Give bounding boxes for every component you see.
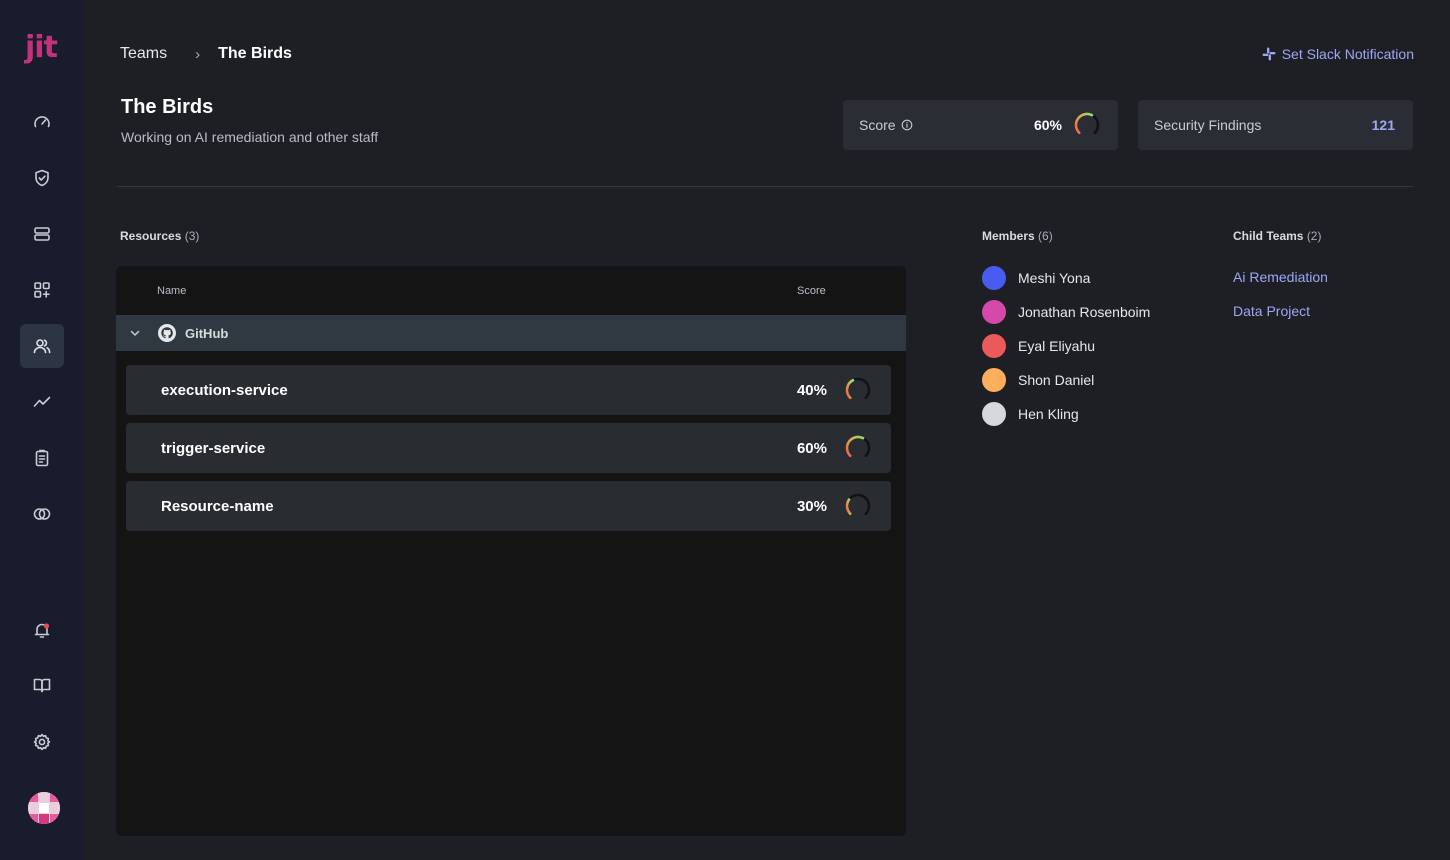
child-teams-count: (2) (1306, 229, 1322, 243)
settings-gear-icon (33, 733, 51, 751)
resources-table: Name Score GitHub execution-service 40% … (116, 266, 906, 836)
resources-heading: Resources (3) (120, 229, 199, 243)
resource-score-gauge (845, 377, 871, 400)
member-item[interactable]: Jonathan Rosenboim (982, 300, 1150, 324)
child-team-link[interactable]: Ai Remediation (1233, 269, 1328, 285)
plans-rings-icon (33, 508, 51, 520)
resources-title: Resources (120, 229, 182, 243)
gauge-fill (845, 378, 855, 400)
score-card: Score 60% (843, 100, 1118, 150)
team-description: Working on AI remediation and other staf… (121, 129, 379, 145)
member-avatar (982, 334, 1006, 358)
breadcrumb: Teams › The Birds (120, 45, 292, 63)
member-name: Jonathan Rosenboim (1018, 304, 1151, 320)
score-label: Score (859, 117, 896, 133)
slack-link-label: Set Slack Notification (1281, 46, 1414, 62)
gauge-fill (845, 498, 852, 516)
sidebar-item-reports[interactable] (20, 436, 64, 480)
resource-score: 40% (796, 381, 827, 399)
sidebar-item-security[interactable] (20, 156, 64, 200)
team-title: The Birds (121, 96, 214, 118)
sidebar-item-teams[interactable] (20, 324, 64, 368)
resources-count: (3) (184, 229, 200, 243)
user-avatar[interactable] (28, 792, 60, 824)
resource-name[interactable]: Resource-name (161, 498, 274, 515)
resource-name[interactable]: execution-service (161, 382, 288, 399)
child-teams-heading: Child Teams (2) (1233, 229, 1321, 243)
member-avatar (982, 266, 1006, 290)
sidebar-item-settings[interactable] (20, 720, 64, 764)
table-row[interactable]: execution-service 40% (126, 365, 891, 415)
teams-users-icon (33, 339, 51, 354)
gauge-fill (1074, 112, 1094, 135)
member-item[interactable]: Hen Kling (982, 402, 1079, 426)
member-item[interactable]: Shon Daniel (982, 368, 1094, 392)
sidebar-item-notifications[interactable] (20, 608, 64, 652)
chevron-down-icon[interactable] (129, 327, 141, 339)
breadcrumb-separator: › (195, 45, 201, 63)
sidebar-item-resources[interactable] (20, 212, 64, 256)
column-header-name[interactable]: Name (157, 285, 186, 297)
member-avatar (982, 402, 1006, 426)
shield-check-icon (35, 169, 49, 187)
table-row[interactable]: Resource-name 30% (126, 481, 891, 531)
member-name: Shon Daniel (1018, 372, 1095, 388)
insights-trend-icon (33, 396, 51, 407)
member-avatar (982, 300, 1006, 324)
github-icon (158, 324, 176, 342)
integrations-grid-icon (34, 282, 50, 298)
sidebar-item-plans[interactable] (20, 492, 64, 536)
member-item[interactable]: Meshi Yona (982, 266, 1090, 290)
score-value: 60% (1033, 117, 1062, 133)
info-icon[interactable] (901, 119, 913, 131)
slack-icon (1262, 47, 1276, 61)
security-findings-card[interactable]: Security Findings 121 (1138, 100, 1413, 150)
members-title: Members (982, 229, 1035, 243)
sidebar-item-integrations[interactable] (20, 268, 64, 312)
github-group-name: GitHub (185, 325, 229, 341)
member-avatar (982, 368, 1006, 392)
resource-score-gauge (845, 493, 871, 516)
dashboard-gauge-icon (34, 116, 50, 128)
set-slack-notification-link[interactable]: Set Slack Notification (1262, 46, 1414, 62)
findings-label: Security Findings (1154, 117, 1262, 133)
members-count: (6) (1038, 229, 1053, 243)
sidebar-item-insights[interactable] (20, 380, 64, 424)
findings-value[interactable]: 121 (1372, 117, 1395, 133)
resource-score: 30% (796, 497, 827, 515)
breadcrumb-teams-link[interactable]: Teams (120, 45, 167, 63)
sidebar-item-docs[interactable] (20, 663, 64, 707)
reports-clipboard-icon (35, 449, 49, 467)
column-header-score[interactable]: Score (797, 285, 826, 297)
child-teams-title: Child Teams (1233, 229, 1304, 243)
score-gauge (1074, 112, 1100, 135)
member-name: Meshi Yona (1018, 270, 1091, 286)
resource-score: 60% (796, 439, 827, 457)
docs-book-icon (33, 678, 51, 693)
member-item[interactable]: Eyal Eliyahu (982, 334, 1095, 358)
gauge-track (845, 493, 871, 516)
resources-stack-icon (34, 227, 50, 241)
resource-score-gauge (845, 435, 871, 458)
sidebar: jit (0, 0, 84, 860)
score-label-wrap: Score (859, 117, 913, 133)
header-divider (117, 186, 1413, 187)
member-name: Hen Kling (1018, 406, 1079, 422)
avatar-pattern-icon (28, 792, 60, 824)
members-heading: Members (6) (982, 229, 1053, 243)
table-row[interactable]: trigger-service 60% (126, 423, 891, 473)
gauge-fill (845, 435, 865, 458)
sidebar-item-dashboard[interactable] (20, 100, 64, 144)
child-team-link[interactable]: Data Project (1233, 303, 1310, 319)
resource-name[interactable]: trigger-service (161, 440, 265, 457)
github-group-row[interactable]: GitHub (116, 315, 906, 351)
breadcrumb-current: The Birds (218, 45, 292, 62)
member-name: Eyal Eliyahu (1018, 338, 1096, 354)
jit-logo[interactable]: jit (25, 30, 58, 65)
notifications-bell-icon (34, 623, 50, 638)
